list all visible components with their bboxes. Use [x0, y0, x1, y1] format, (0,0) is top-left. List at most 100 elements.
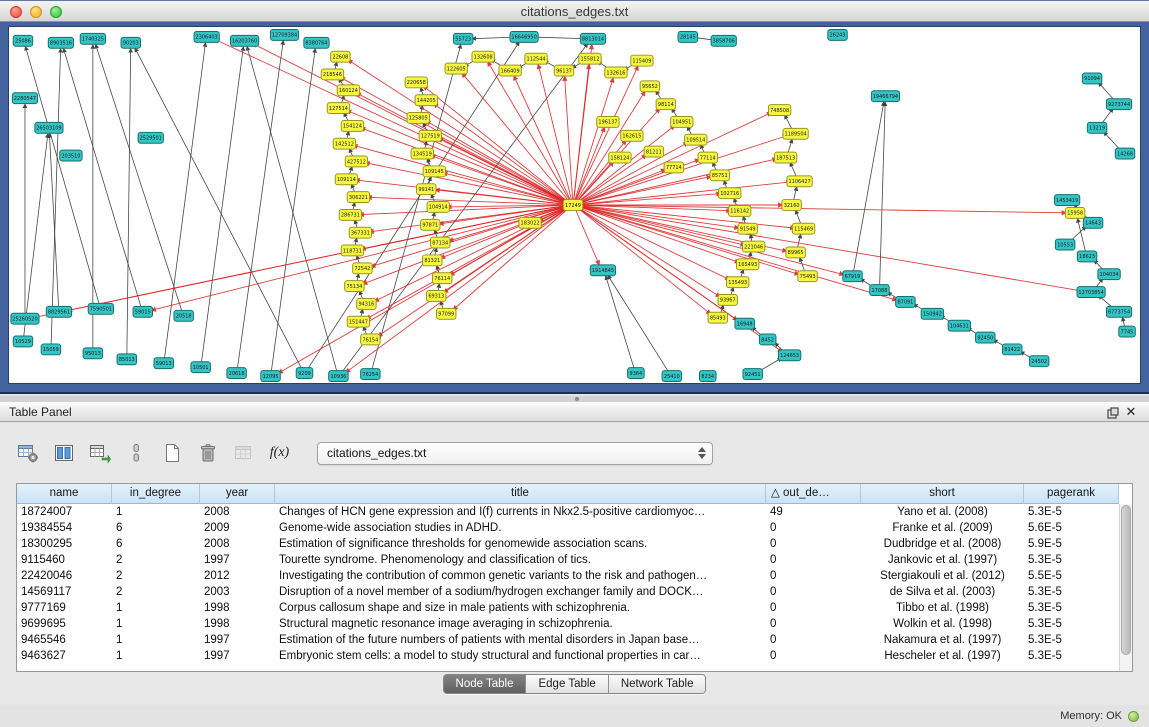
network-node[interactable]: 165493	[737, 259, 759, 270]
network-node[interactable]: 10501	[191, 362, 210, 373]
network-node[interactable]: 17088	[870, 285, 889, 296]
import-table-icon[interactable]	[230, 440, 257, 467]
network-node[interactable]: 104631	[948, 320, 970, 331]
network-node[interactable]: 1189504	[783, 128, 808, 139]
network-node[interactable]: 28145	[678, 31, 697, 42]
table-row[interactable]: 1456911722003Disruption of a novel membe…	[17, 584, 1132, 600]
network-node[interactable]: 15059	[41, 344, 60, 355]
network-node[interactable]: 132616	[605, 67, 627, 78]
column-chooser-icon[interactable]	[50, 440, 77, 467]
row-selector-icon[interactable]	[122, 440, 149, 467]
network-node[interactable]: 81422	[1002, 344, 1021, 355]
network-node[interactable]: 12095	[261, 371, 280, 382]
network-node[interactable]: 142512	[333, 138, 355, 149]
network-node[interactable]: 87091	[896, 296, 915, 307]
network-node[interactable]: 1740325	[80, 33, 105, 44]
network-node[interactable]: 218546	[321, 69, 343, 80]
network-node[interactable]: 25086	[13, 35, 32, 46]
network-node[interactable]: 67919	[843, 271, 862, 282]
network-node[interactable]: 91094	[1082, 73, 1101, 84]
network-node[interactable]: 166409	[499, 65, 521, 76]
network-node[interactable]: 2306403	[194, 31, 219, 42]
network-node[interactable]: 135493	[727, 277, 749, 288]
network-node[interactable]: 196137	[597, 116, 619, 127]
network-node[interactable]: 91549	[738, 223, 757, 234]
network-node[interactable]: 220658	[405, 77, 427, 88]
network-node[interactable]: 124653	[778, 350, 800, 361]
network-node[interactable]: 115409	[631, 55, 653, 66]
network-node[interactable]: 12703854	[1077, 287, 1105, 298]
network-node[interactable]: 89965	[786, 247, 805, 258]
close-panel-icon[interactable]: ✕	[1122, 402, 1140, 421]
network-node[interactable]: 76254	[361, 369, 380, 380]
network-node[interactable]: 76154	[361, 334, 380, 345]
table-row[interactable]: 977716911998Corpus callosum shape and si…	[17, 600, 1132, 616]
network-node[interactable]: 203510	[60, 150, 82, 161]
network-node[interactable]: 2280547	[12, 93, 37, 104]
network-node[interactable]: 90203	[121, 37, 140, 48]
network-node[interactable]: 8380764	[304, 37, 329, 48]
network-node[interactable]: 8829561	[46, 306, 71, 317]
table-edit-icon[interactable]	[86, 440, 113, 467]
network-node[interactable]: 8813014	[580, 33, 605, 44]
network-node[interactable]: 77114	[698, 152, 717, 163]
network-node[interactable]: 24502	[1029, 356, 1048, 367]
network-node[interactable]: 7590501	[88, 303, 113, 314]
network-node[interactable]: 162615	[621, 130, 643, 141]
column-header-title[interactable]: title	[275, 484, 766, 504]
function-builder-icon[interactable]: f(x)	[266, 440, 293, 467]
network-node[interactable]: 12709384	[270, 29, 298, 40]
network-node[interactable]: 98114	[656, 99, 675, 110]
table-selector-dropdown[interactable]: citations_edges.txt	[317, 442, 713, 465]
network-node[interactable]: 7745	[1119, 326, 1136, 337]
network-node[interactable]: 85751	[710, 170, 729, 181]
column-header-in_degree[interactable]: in_degree	[112, 484, 200, 504]
network-node[interactable]: 10529	[13, 336, 32, 347]
network-canvas[interactable]: 2508689035161740325902032306403162037601…	[9, 27, 1140, 383]
table-row[interactable]: 1938455462009Genome-wide association stu…	[17, 520, 1132, 536]
network-node[interactable]: 116142	[729, 205, 751, 216]
network-node[interactable]: 154124	[341, 120, 363, 131]
zoom-window-button[interactable]	[50, 6, 62, 18]
network-node[interactable]: 9273744	[1106, 99, 1131, 110]
network-node[interactable]: 20618	[227, 368, 246, 379]
network-node[interactable]: 118731	[341, 245, 363, 256]
network-node[interactable]: 158124	[609, 152, 631, 163]
column-header-year[interactable]: year	[200, 484, 275, 504]
network-node[interactable]: 221046	[743, 241, 765, 252]
table-row[interactable]: 1830029562008Estimation of significance …	[17, 536, 1132, 552]
network-node[interactable]: 150942	[921, 308, 943, 319]
network-node[interactable]: 75134	[345, 281, 364, 292]
network-node[interactable]: 125805	[407, 113, 429, 124]
network-node[interactable]: 8903516	[48, 37, 73, 48]
network-node[interactable]: 187513	[774, 152, 796, 163]
network-node[interactable]: 22608	[331, 51, 350, 62]
network-node[interactable]: 97871	[421, 219, 440, 230]
table-settings-icon[interactable]	[14, 440, 41, 467]
delete-table-icon[interactable]	[194, 440, 221, 467]
network-node[interactable]: 115469	[792, 223, 814, 234]
network-node[interactable]: 1106427	[787, 176, 812, 187]
network-node[interactable]: 367331	[349, 227, 371, 238]
network-node[interactable]: 17249	[563, 200, 582, 211]
network-node[interactable]: 18623	[1077, 251, 1096, 262]
network-node[interactable]: 92451	[743, 369, 762, 380]
column-header-pagerank[interactable]: pagerank	[1024, 484, 1119, 504]
network-node[interactable]: 81211	[644, 146, 663, 157]
tab-network-table[interactable]: Network Table	[609, 675, 706, 693]
network-node[interactable]: 306221	[347, 192, 369, 203]
network-node[interactable]: 10553	[1055, 239, 1074, 250]
network-node[interactable]: 95652	[640, 81, 659, 92]
network-node[interactable]: 96137	[554, 65, 573, 76]
column-header-out_degree[interactable]: △ out_de…	[766, 484, 861, 504]
network-node[interactable]: 122605	[445, 63, 467, 74]
network-node[interactable]: 109114	[335, 174, 357, 185]
network-node[interactable]: 69313	[427, 291, 446, 302]
network-node[interactable]: 85493	[708, 312, 727, 323]
network-node[interactable]: 102716	[719, 188, 741, 199]
network-node[interactable]: 127519	[419, 130, 441, 141]
network-node[interactable]: 3858706	[711, 35, 736, 46]
network-node[interactable]: 93967	[718, 294, 737, 305]
network-node[interactable]: 109145	[423, 166, 445, 177]
network-node[interactable]: 134519	[411, 148, 433, 159]
